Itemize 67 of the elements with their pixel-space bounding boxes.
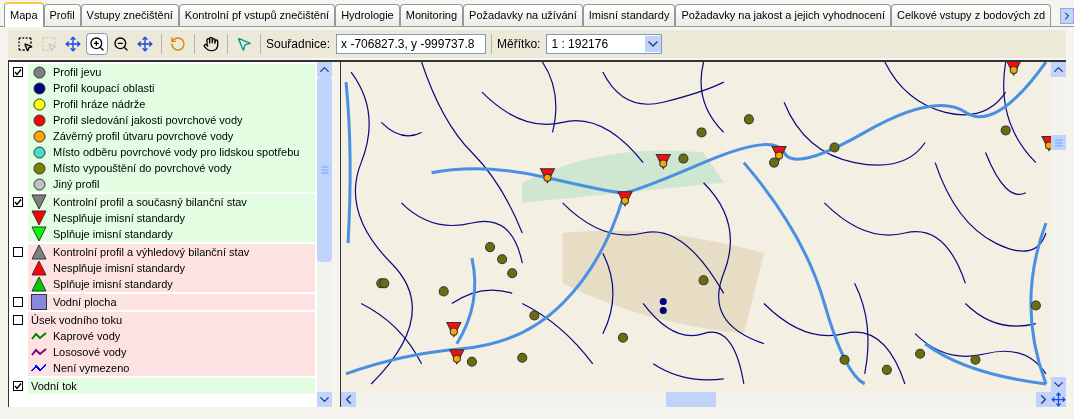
pointer-icon — [236, 36, 252, 52]
tab[interactable]: Vstupy znečištění — [80, 4, 179, 26]
select-icon — [17, 36, 33, 52]
legend-label: Kontrolní profil a výhledový bilanční stav — [53, 244, 250, 260]
grip-icon — [1053, 137, 1064, 148]
hand-icon — [203, 36, 219, 52]
coordinates-field[interactable]: x -706827.3, y -999737.8 — [336, 34, 487, 54]
legend-label: Závěrný profil útvaru povrchové vody — [53, 128, 234, 144]
tab[interactable]: Požadavky na užívání — [463, 4, 583, 26]
scroll-left-icon — [341, 392, 356, 407]
legend-label: Profil sledování jakosti povrchové vody — [53, 112, 243, 128]
scroll-down-icon — [1051, 377, 1066, 392]
map-drawing[interactable] — [341, 62, 1051, 392]
legend-label: Vodní tok — [31, 378, 77, 394]
layer-checkbox[interactable] — [13, 67, 23, 77]
legend-label: Místo vypouštění do povrchové vody — [53, 160, 232, 176]
scrollbar-thumb[interactable] — [317, 77, 332, 262]
layer-checkbox[interactable] — [13, 297, 23, 307]
legend-label: Vodní plocha — [53, 294, 117, 310]
tab[interactable]: Požadavky na jakost a jejich vyhodnocení — [675, 4, 892, 26]
legend-label: Nesplňuje imisní standardy — [53, 260, 186, 276]
zoom-in-icon — [89, 36, 105, 52]
legend-scrollbar[interactable] — [317, 62, 332, 407]
tab[interactable]: Profil — [43, 4, 81, 26]
scrollbar-thumb[interactable] — [1051, 135, 1066, 150]
tool-button[interactable] — [86, 33, 108, 55]
select-icon — [41, 36, 57, 52]
legend-label: Lososové vody — [53, 344, 127, 360]
check-icon — [14, 382, 22, 390]
legend-label: Profil hráze nádrže — [53, 96, 146, 112]
scale-dropdown[interactable]: 1 : 192176 — [546, 34, 663, 54]
scrollbar-thumb[interactable] — [666, 392, 716, 407]
legend-label: Kontrolní profil a současný bilanční stav — [53, 194, 247, 210]
pan-icon — [65, 36, 81, 52]
grip-icon — [319, 164, 330, 175]
layer-checkbox[interactable] — [13, 247, 23, 257]
extent-icon — [137, 36, 153, 52]
tab[interactable]: Celkové vstupy z bodových zd — [891, 4, 1051, 26]
tab[interactable]: Hydrologie — [335, 4, 400, 26]
legend-label: Splňuje imisní standardy — [53, 276, 173, 292]
scroll-down-icon — [317, 392, 332, 407]
legend-label: Profil koupací oblasti — [53, 80, 155, 96]
legend-label: Jiný profil — [53, 176, 100, 192]
layer-checkbox[interactable] — [13, 381, 23, 391]
scroll-right-icon — [1036, 392, 1051, 407]
check-icon — [14, 198, 22, 206]
tab[interactable]: Kontrolní pf vstupů znečištění — [178, 4, 336, 26]
legend-label: Splňuje imisní standardy — [53, 226, 173, 242]
legend-label: Profil jevu — [53, 64, 102, 80]
zoom-out-icon — [113, 36, 129, 52]
tab[interactable]: Imisní standardy — [582, 4, 676, 26]
scroll-up-icon — [1051, 62, 1066, 77]
legend-label: Úsek vodního toku — [31, 312, 123, 328]
legend-label: Místo odběru povrchové vody pro lidskou spotřebu — [53, 144, 300, 160]
legend-label: Není vymezeno — [53, 360, 130, 376]
refresh-icon — [170, 36, 186, 52]
legend-label: Kaprové vody — [53, 328, 121, 344]
check-icon — [14, 68, 22, 76]
tab[interactable]: Mapa — [4, 2, 44, 27]
legend-label: Nesplňuje imisní standardy — [53, 210, 186, 226]
layer-checkbox[interactable] — [13, 197, 23, 207]
tab[interactable]: Monitoring — [399, 4, 464, 26]
coordinates-label: Souřadnice: — [266, 36, 331, 53]
scale-label: Měřítko: — [497, 36, 541, 53]
layer-checkbox[interactable] — [13, 315, 23, 325]
tab-scroll-button[interactable] — [1060, 8, 1074, 24]
scroll-up-icon — [317, 62, 332, 77]
